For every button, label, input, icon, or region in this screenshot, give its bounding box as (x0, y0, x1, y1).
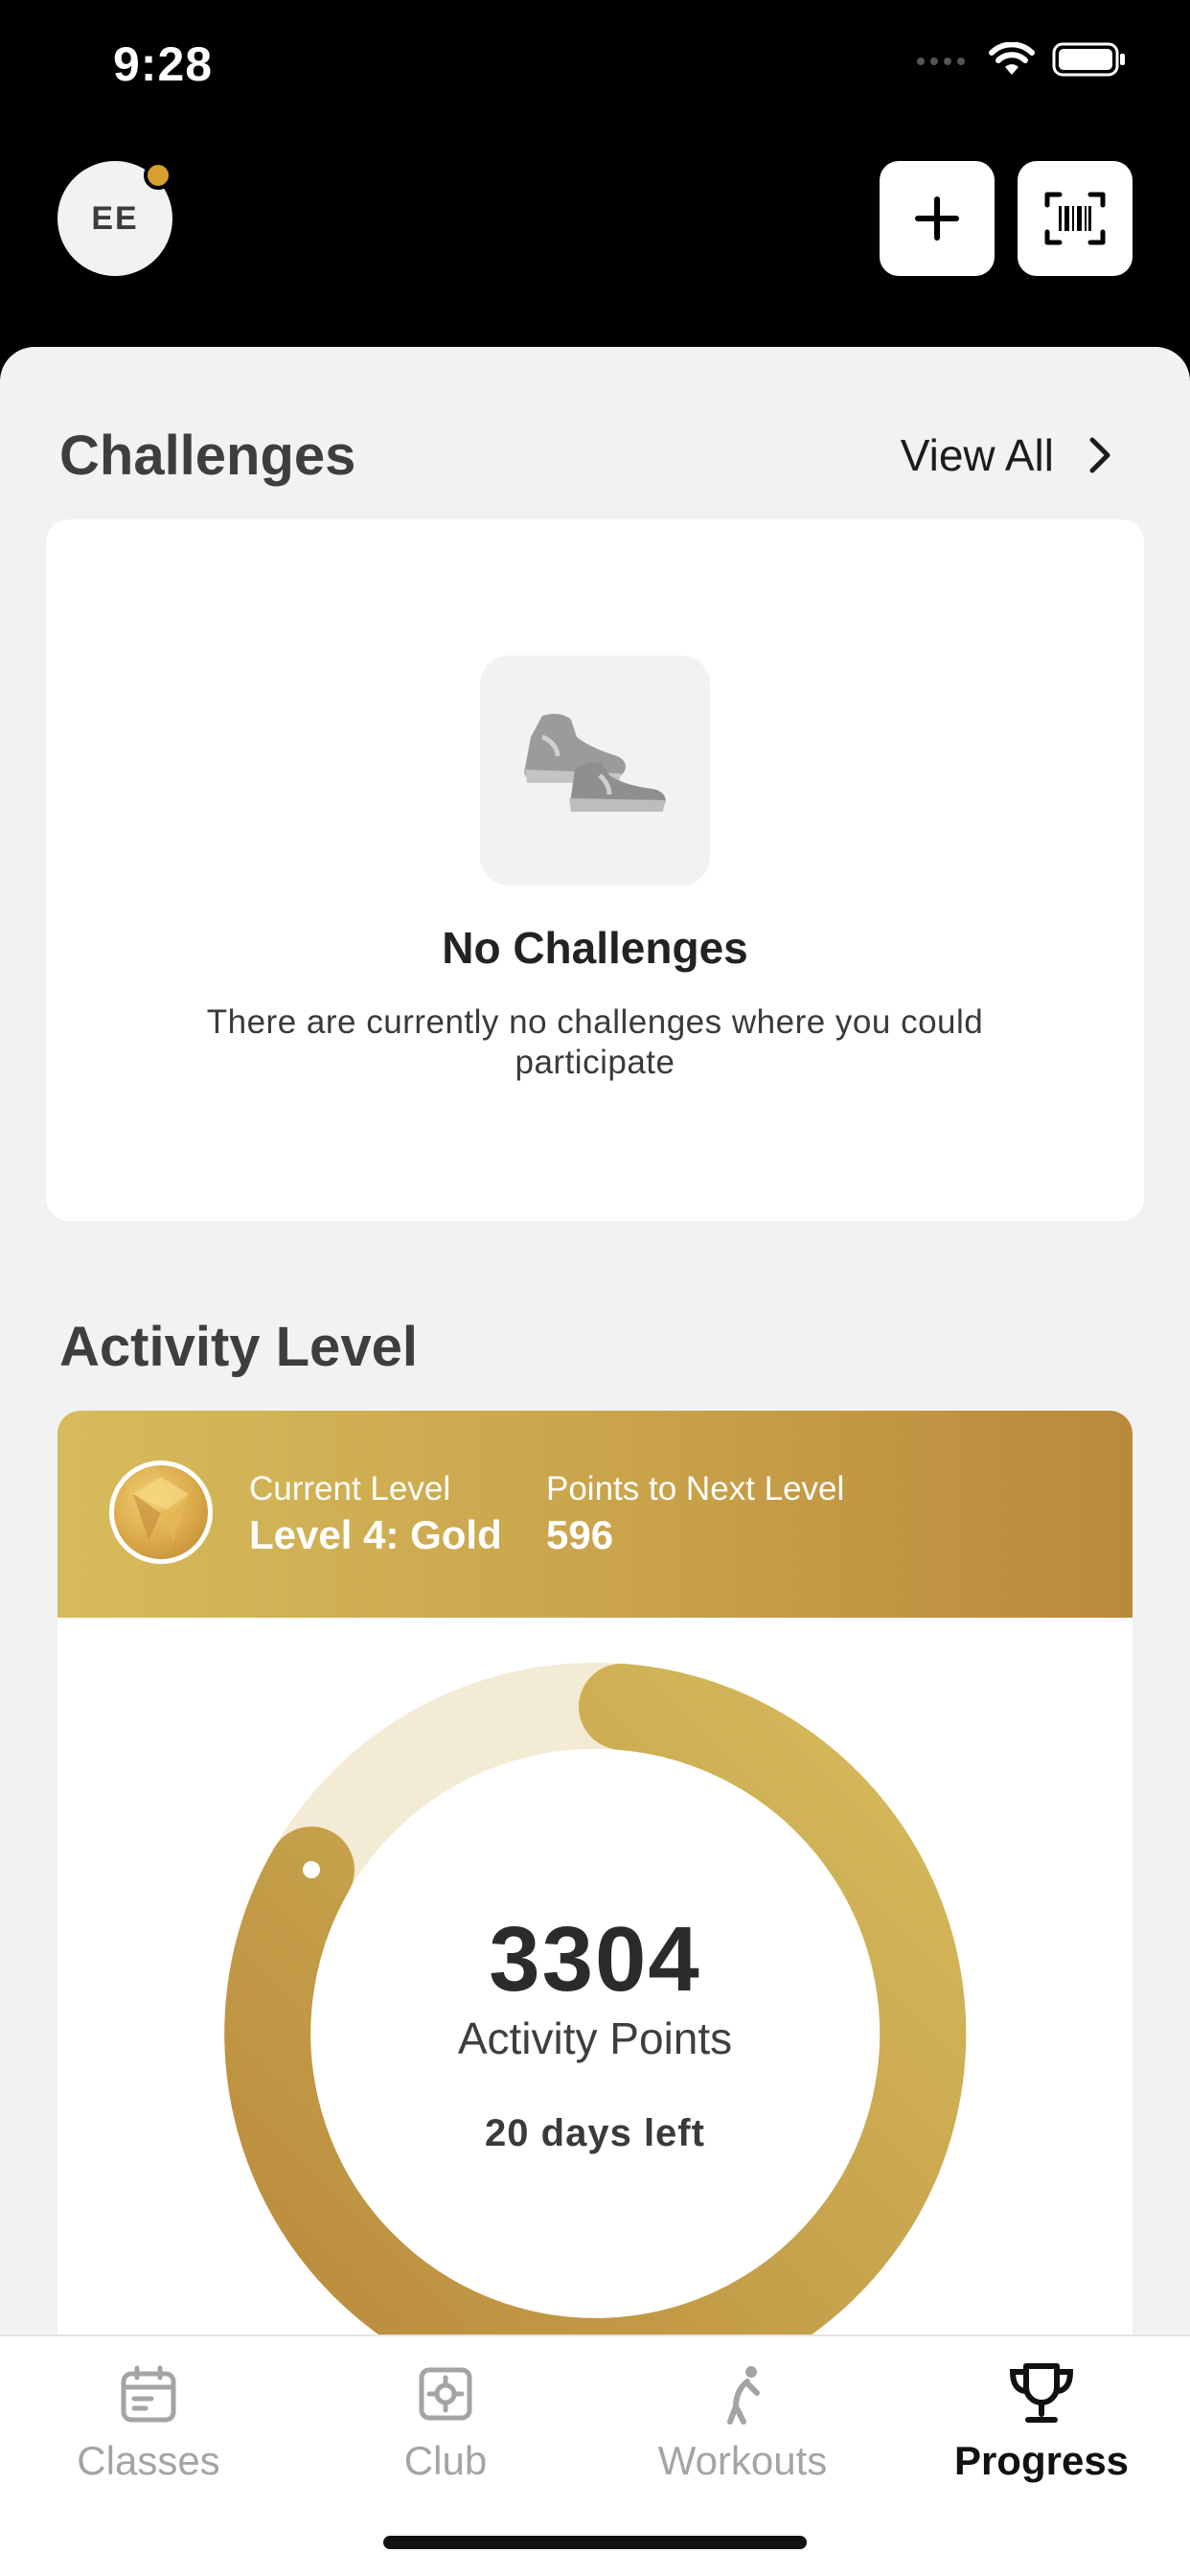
tab-workouts[interactable]: Workouts (594, 2356, 891, 2484)
club-icon (419, 2367, 472, 2421)
add-button[interactable] (880, 161, 995, 276)
ring-start-dot (303, 1861, 320, 1878)
tab-club[interactable]: Club (297, 2356, 594, 2484)
challenges-title: Challenges (59, 425, 356, 487)
empty-title: No Challenges (442, 923, 748, 973)
level-banner: Current Level Level 4: Gold Points to Ne… (57, 1411, 1133, 1618)
gold-medal-icon (109, 1460, 213, 1564)
current-level-value: Level 4: Gold (249, 1512, 502, 1557)
wifi-icon (989, 42, 1035, 75)
home-indicator (383, 2536, 807, 2549)
next-level-value: 596 (546, 1512, 614, 1557)
status-time: 9:28 (113, 37, 214, 91)
shoes-icon-tile (480, 656, 710, 886)
shoes-icon (524, 713, 666, 812)
view-all-link[interactable]: View All (901, 429, 1111, 481)
chevron-right-icon (1089, 437, 1110, 473)
battery-icon (1052, 42, 1125, 77)
tab-label: Workouts (657, 2438, 828, 2483)
content-sheet: Challenges View All No Challenges There … (0, 347, 1190, 2576)
empty-description: There are currently no challenges where … (206, 1003, 984, 1081)
activity-points-value: 3304 (489, 1908, 701, 2011)
next-level-label: Points to Next Level (546, 1470, 845, 1507)
signal-icon (917, 58, 965, 65)
notification-dot (144, 161, 172, 190)
activity-title: Activity Level (59, 1316, 418, 1378)
days-left: 20 days left (485, 2112, 705, 2154)
screen: 9:28 EE Challenges View All No Challenge… (0, 0, 1190, 2576)
avatar[interactable]: EE (57, 161, 172, 276)
tab-label: Progress (953, 2438, 1130, 2483)
plus-icon (915, 196, 959, 241)
tab-progress[interactable]: Progress (893, 2356, 1190, 2484)
status-icons (916, 42, 1127, 77)
barcode-scan-icon (1044, 192, 1106, 245)
view-all-label: View All (900, 430, 1054, 480)
current-level-label: Current Level (249, 1470, 451, 1507)
scan-button[interactable] (1018, 161, 1133, 276)
calendar-icon (121, 2365, 176, 2423)
tab-label: Club (403, 2438, 488, 2483)
avatar-initials: EE (91, 199, 139, 237)
trophy-icon (1009, 2363, 1074, 2423)
tab-classes[interactable]: Classes (0, 2356, 297, 2484)
challenges-card: No Challenges There are currently no cha… (46, 519, 1144, 1221)
activity-points-label: Activity Points (457, 2013, 733, 2063)
tab-label: Classes (77, 2438, 220, 2483)
workout-figure-icon (727, 2366, 760, 2425)
